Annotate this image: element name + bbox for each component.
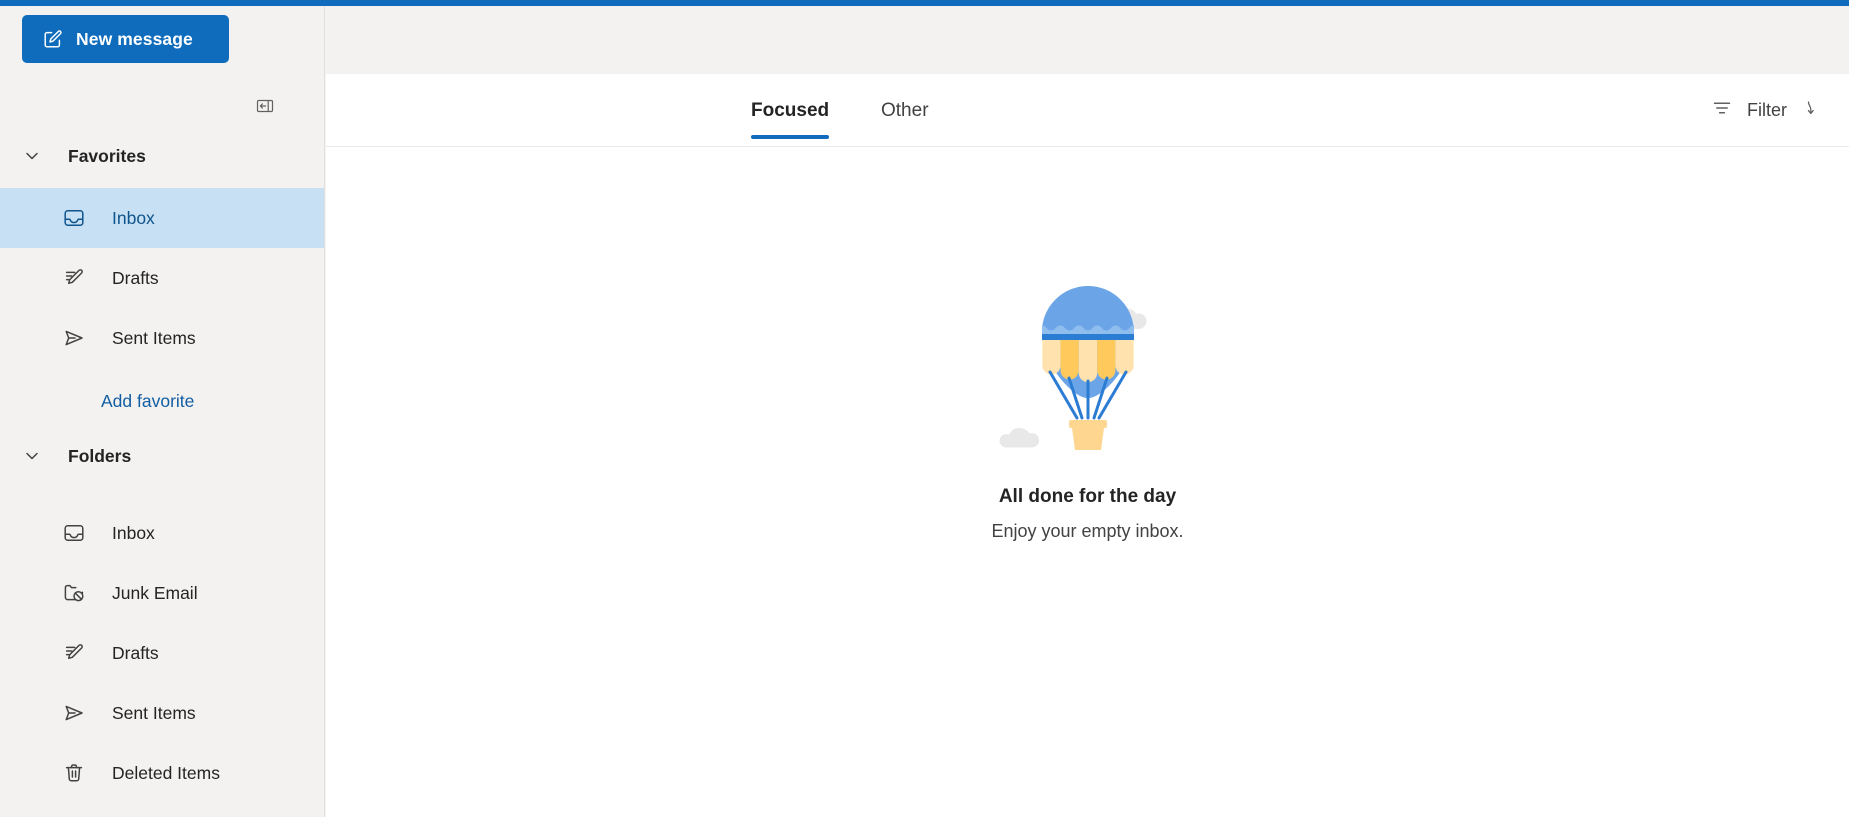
sidebar-section-folders[interactable]: Folders bbox=[0, 436, 324, 476]
hot-air-balloon-illustration bbox=[993, 273, 1183, 468]
add-favorite-button[interactable]: Add favorite bbox=[0, 379, 324, 423]
collapse-pane-icon bbox=[255, 96, 275, 121]
filter-button[interactable]: Filter bbox=[1711, 74, 1821, 147]
sidebar-item-folders-sent-items[interactable]: Sent Items bbox=[0, 683, 324, 743]
balloon-band bbox=[1041, 334, 1134, 340]
sent-paper-plane-icon bbox=[62, 701, 86, 725]
filter-label: Filter bbox=[1747, 100, 1787, 120]
navigation-sidebar: New message Favorites Inbox Drafts Sent … bbox=[0, 6, 325, 817]
message-list-pane: Focused Other Filter All done for the da… bbox=[326, 74, 1849, 817]
basket-body bbox=[1071, 428, 1104, 450]
sidebar-item-label: Sent Items bbox=[112, 702, 196, 723]
sent-paper-plane-icon bbox=[62, 326, 86, 350]
sort-arrow-down-icon bbox=[1801, 98, 1821, 123]
sidebar-item-folders-drafts[interactable]: Drafts bbox=[0, 623, 324, 683]
collapse-pane-icon-button[interactable] bbox=[252, 95, 278, 121]
outlook-mail-window: New message Favorites Inbox Drafts Sent … bbox=[0, 0, 1849, 817]
tab-focused-label: Focused bbox=[751, 99, 830, 121]
sidebar-item-label: Inbox bbox=[112, 207, 155, 228]
sidebar-item-label: Sent Items bbox=[112, 327, 196, 348]
inbox-icon bbox=[62, 206, 86, 230]
sidebar-item-label: Drafts bbox=[112, 642, 159, 663]
sidebar-item-partial[interactable] bbox=[0, 803, 324, 817]
sidebar-item-label: Drafts bbox=[112, 267, 159, 288]
trash-icon bbox=[62, 761, 86, 785]
junk-email-icon bbox=[62, 581, 86, 605]
sidebar-item-folders-inbox[interactable]: Inbox bbox=[0, 503, 324, 563]
empty-state-subtitle: Enjoy your empty inbox. bbox=[991, 521, 1184, 541]
tab-focused[interactable]: Focused bbox=[741, 74, 839, 147]
sidebar-item-folders-junk-email[interactable]: Junk Email bbox=[0, 563, 324, 623]
sidebar-item-label: Inbox bbox=[112, 522, 155, 543]
focused-other-tabbar: Focused Other Filter bbox=[326, 74, 1849, 147]
tab-active-underline bbox=[751, 135, 830, 139]
drafts-pencil-icon bbox=[62, 641, 86, 665]
sidebar-item-favorites-drafts[interactable]: Drafts bbox=[0, 248, 324, 308]
sidebar-item-favorites-inbox[interactable]: Inbox bbox=[0, 188, 324, 248]
sidebar-item-label: Junk Email bbox=[112, 582, 198, 603]
drafts-pencil-icon bbox=[62, 266, 86, 290]
tab-other-label: Other bbox=[881, 99, 929, 121]
chevron-down-icon bbox=[22, 146, 42, 166]
add-favorite-label: Add favorite bbox=[101, 390, 195, 411]
balloon-gores bbox=[1041, 339, 1134, 383]
sidebar-item-label: Deleted Items bbox=[112, 762, 220, 783]
new-message-label: New message bbox=[76, 28, 193, 49]
chevron-down-icon bbox=[22, 446, 42, 466]
inbox-icon bbox=[62, 521, 86, 545]
compose-icon bbox=[42, 28, 64, 50]
empty-inbox-state: All done for the day Enjoy your empty in… bbox=[326, 148, 1849, 817]
basket-rim bbox=[1068, 420, 1107, 428]
sidebar-section-title: Folders bbox=[68, 445, 132, 466]
new-message-button[interactable]: New message bbox=[22, 15, 229, 63]
sidebar-section-favorites[interactable]: Favorites bbox=[0, 136, 324, 176]
empty-state-title: All done for the day bbox=[998, 486, 1177, 507]
sidebar-section-title: Favorites bbox=[68, 145, 146, 166]
cloud-bottom-left bbox=[999, 428, 1039, 448]
filter-icon bbox=[1711, 97, 1733, 124]
sidebar-item-favorites-sent-items[interactable]: Sent Items bbox=[0, 308, 324, 368]
sidebar-item-folders-deleted-items[interactable]: Deleted Items bbox=[0, 743, 324, 803]
tab-other[interactable]: Other bbox=[871, 74, 939, 147]
